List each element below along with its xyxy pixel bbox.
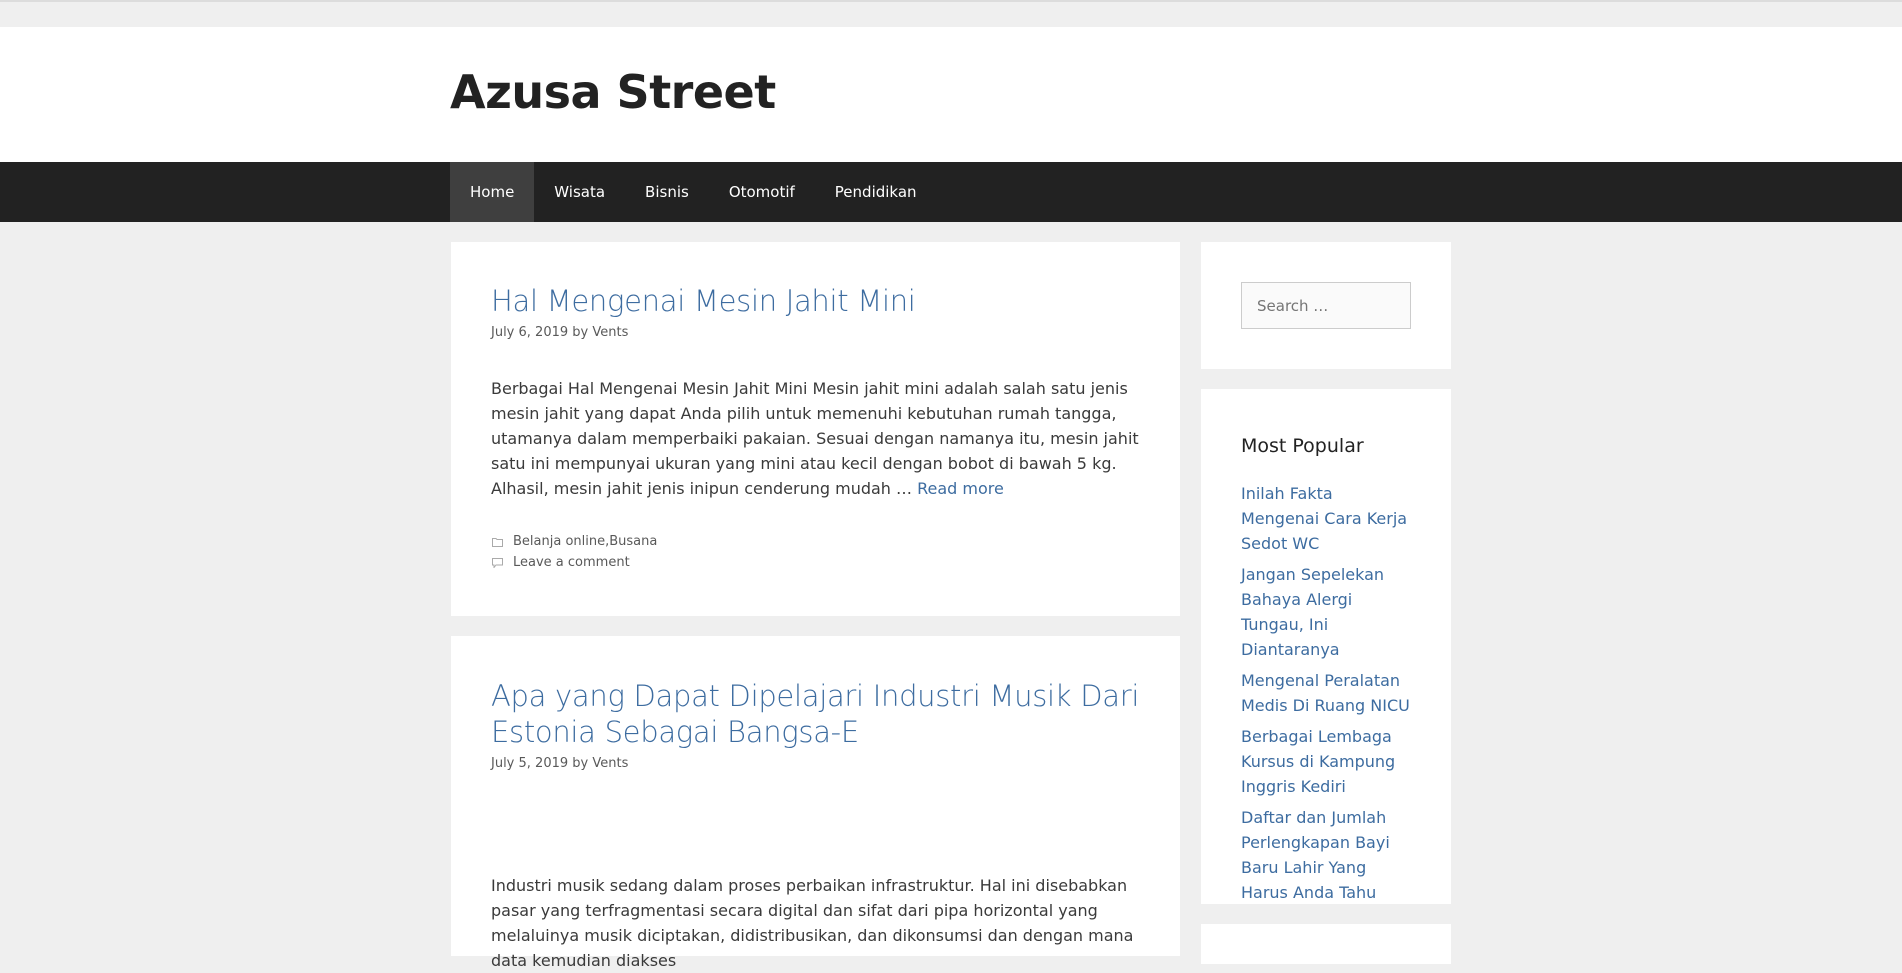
search-input[interactable]: Search … xyxy=(1241,282,1411,329)
post-summary-text: Berbagai Hal Mengenai Mesin Jahit Mini M… xyxy=(491,379,1139,498)
read-more-link[interactable]: Read more xyxy=(917,479,1004,498)
sidebar-widget xyxy=(1201,924,1451,964)
post-summary-text: Industri musik sedang dalam proses perba… xyxy=(491,876,1134,970)
post-footer: Belanja online, Busana Leave a comment xyxy=(491,531,1140,573)
top-strip xyxy=(0,0,1902,27)
comment-icon xyxy=(491,557,503,569)
post-summary: Berbagai Hal Mengenai Mesin Jahit Mini M… xyxy=(491,376,1140,501)
folder-icon xyxy=(491,536,503,548)
nav-item-bisnis[interactable]: Bisnis xyxy=(625,162,709,222)
post-by-label: by xyxy=(572,756,589,771)
post-date[interactable]: July 6, 2019 xyxy=(491,325,568,340)
popular-item[interactable]: Mengenal Peralatan Medis Di Ruang NICU xyxy=(1241,668,1411,718)
popular-item[interactable]: Jangan Sepelekan Bahaya Alergi Tungau, I… xyxy=(1241,562,1411,662)
category-link[interactable]: Belanja online xyxy=(513,531,605,552)
site-header: Azusa Street xyxy=(0,27,1902,162)
nav-item-pendidikan[interactable]: Pendidikan xyxy=(815,162,937,222)
most-popular-widget: Most Popular Inilah Fakta Mengenai Cara … xyxy=(1201,389,1451,904)
post-title[interactable]: Hal Mengenai Mesin Jahit Mini xyxy=(491,283,1140,319)
nav-item-home[interactable]: Home xyxy=(450,162,535,222)
category-link[interactable]: Busana xyxy=(609,531,657,552)
post-meta: July 6, 2019 by Vents xyxy=(491,325,1140,340)
main-navigation: Home Wisata Bisnis Otomotif Pendidikan xyxy=(0,162,1902,222)
leave-comment-link[interactable]: Leave a comment xyxy=(513,552,630,573)
post-card: Apa yang Dapat Dipelajari Industri Musik… xyxy=(451,636,1180,970)
nav-item-wisata[interactable]: Wisata xyxy=(534,162,625,222)
popular-item[interactable]: Inilah Fakta Mengenai Cara Kerja Sedot W… xyxy=(1241,481,1411,556)
post-categories: Belanja online, Busana xyxy=(491,531,1140,552)
search-widget: Search … xyxy=(1201,242,1451,369)
post-meta: July 5, 2019 by Vents xyxy=(491,756,1140,771)
post-author[interactable]: Vents xyxy=(592,325,628,340)
nav-menu: Home Wisata Bisnis Otomotif Pendidikan xyxy=(450,162,937,222)
site-title[interactable]: Azusa Street xyxy=(450,69,776,115)
post-by-label: by xyxy=(572,325,589,340)
nav-item-otomotif[interactable]: Otomotif xyxy=(709,162,815,222)
popular-item[interactable]: Berbagai Lembaga Kursus di Kampung Inggr… xyxy=(1241,724,1411,799)
post-date[interactable]: July 5, 2019 xyxy=(491,756,568,771)
post-summary: Industri musik sedang dalam proses perba… xyxy=(491,873,1140,973)
popular-list: Inilah Fakta Mengenai Cara Kerja Sedot W… xyxy=(1241,481,1411,905)
widget-title: Most Popular xyxy=(1241,435,1364,457)
post-comments: Leave a comment xyxy=(491,552,1140,573)
post-title[interactable]: Apa yang Dapat Dipelajari Industri Musik… xyxy=(491,678,1140,750)
popular-item[interactable]: Daftar dan Jumlah Perlengkapan Bayi Baru… xyxy=(1241,805,1411,905)
post-card: Hal Mengenai Mesin Jahit Mini July 6, 20… xyxy=(451,242,1180,616)
post-author[interactable]: Vents xyxy=(592,756,628,771)
